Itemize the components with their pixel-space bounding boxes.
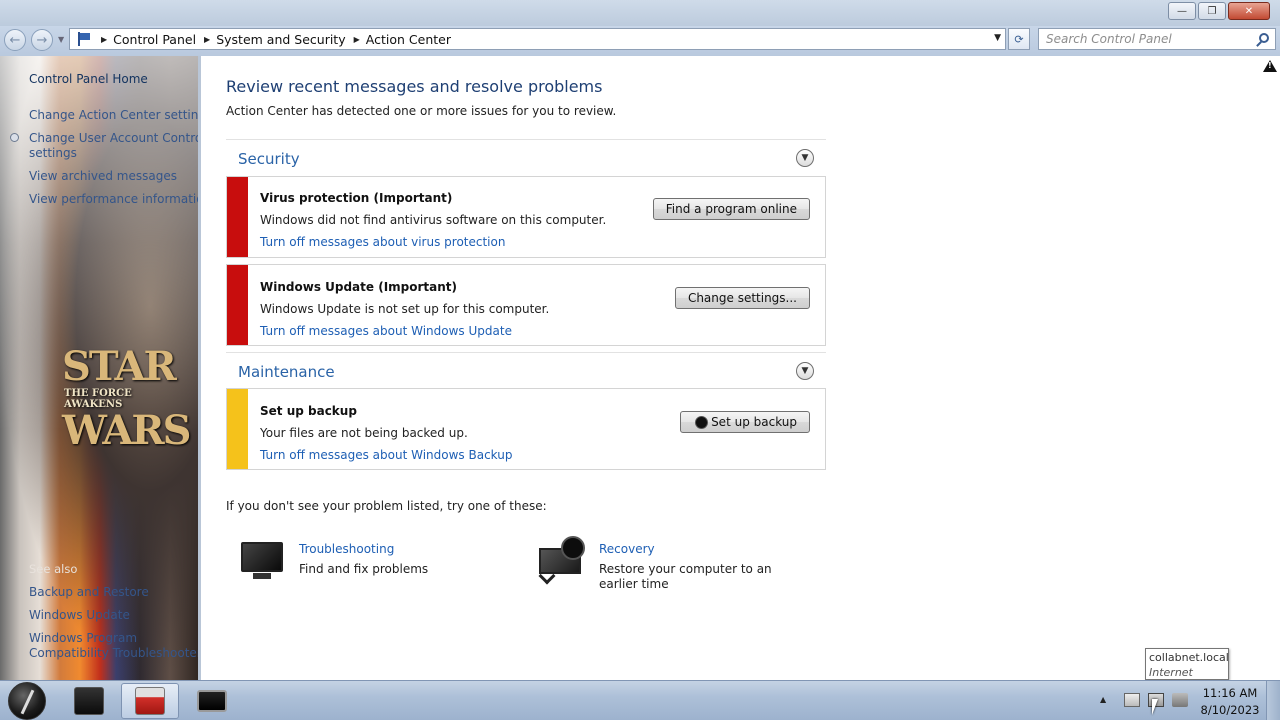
important-stripe — [227, 177, 248, 257]
see-also-compat-troubleshooter[interactable]: Compatibility Troubleshooter — [29, 646, 202, 660]
breadcrumb-control-panel[interactable]: Control Panel — [113, 32, 196, 47]
window-controls: — ❐ ✕ — [1168, 2, 1270, 20]
troubleshooting-link[interactable]: Troubleshooting — [299, 542, 394, 556]
sidebar-change-uac-settings[interactable]: Change User Account Control — [29, 131, 206, 145]
uac-shield-icon — [10, 133, 19, 142]
breadcrumb-chevron-icon[interactable]: ▶ — [101, 35, 107, 44]
page-title: Review recent messages and resolve probl… — [226, 77, 603, 96]
recovery-clock-icon[interactable] — [538, 536, 587, 585]
breadcrumb-system-and-security[interactable]: System and Security — [216, 32, 345, 47]
security-section-header[interactable]: Security ▼ — [226, 139, 826, 175]
message-description: Your files are not being backed up. — [260, 426, 468, 440]
message-title: Windows Update (Important) — [260, 280, 458, 294]
sidebar-view-performance-information[interactable]: View performance information — [29, 192, 211, 206]
left-navigation-panel: STAR THE FORCE AWAKENS WARS Control Pane… — [0, 56, 212, 680]
recovery-tool[interactable]: Recovery Restore your computer to an ear… — [538, 536, 809, 592]
see-also-heading: See also — [29, 562, 78, 576]
show-desktop-button[interactable] — [1266, 681, 1280, 720]
windows-update-message: Windows Update (Important) Windows Updat… — [226, 264, 826, 346]
search-icon[interactable] — [1259, 33, 1269, 43]
toolbox-icon — [135, 687, 165, 715]
maintenance-section-label[interactable]: Maintenance — [238, 363, 335, 381]
clock-time[interactable]: 11:16 AM — [1198, 686, 1262, 700]
backup-message: Set up backup Your files are not being b… — [226, 388, 826, 470]
search-input[interactable]: Search Control Panel — [1038, 28, 1276, 50]
volume-muted-tray-icon[interactable] — [1172, 693, 1188, 707]
tooltip-network-name: collabnet.local — [1149, 651, 1229, 664]
terminal-icon — [197, 690, 227, 712]
close-button[interactable]: ✕ — [1228, 2, 1270, 20]
turn-off-update-messages-link[interactable]: Turn off messages about Windows Update — [260, 324, 512, 338]
warning-icon — [1263, 60, 1277, 72]
taskbar-app-terminal[interactable] — [183, 683, 241, 719]
address-dropdown-icon[interactable]: ▼ — [994, 33, 1001, 43]
message-description: Windows did not find antivirus software … — [260, 213, 607, 227]
collapse-chevron-icon[interactable]: ▼ — [796, 149, 814, 167]
maximize-button[interactable]: ❐ — [1198, 2, 1226, 20]
forward-button[interactable]: → — [31, 29, 53, 51]
taskbar-app-control-panel[interactable] — [121, 683, 179, 719]
turn-off-backup-messages-link[interactable]: Turn off messages about Windows Backup — [260, 448, 512, 462]
refresh-button[interactable]: ⟳ — [1008, 28, 1030, 50]
start-button[interactable] — [8, 682, 46, 720]
message-description: Windows Update is not set up for this co… — [260, 302, 550, 316]
turn-off-virus-messages-link[interactable]: Turn off messages about virus protection — [260, 235, 505, 249]
title-bar: — ❐ ✕ — [0, 0, 1280, 26]
page-subtitle: Action Center has detected one or more i… — [226, 104, 617, 118]
sidebar-view-archived-messages[interactable]: View archived messages — [29, 169, 177, 183]
troubleshooting-tool[interactable]: Troubleshooting Find and fix problems — [239, 542, 499, 592]
briefcase-icon — [74, 687, 104, 715]
security-section-label[interactable]: Security — [238, 150, 300, 168]
network-tooltip: collabnet.local Internet access — [1145, 648, 1229, 694]
taskbar — [0, 680, 1280, 720]
set-up-backup-label: Set up backup — [711, 415, 797, 429]
see-also-windows-program[interactable]: Windows Program — [29, 631, 137, 645]
change-settings-button[interactable]: Change settings... — [674, 287, 810, 309]
recovery-description: Restore your computer to an earlier time — [599, 562, 772, 591]
minimize-button[interactable]: — — [1168, 2, 1196, 20]
show-hidden-icons-button[interactable]: ▲ — [1100, 695, 1106, 704]
star-wars-logo: STAR THE FORCE AWAKENS WARS — [62, 343, 192, 454]
see-also-backup-and-restore[interactable]: Backup and Restore — [29, 585, 149, 599]
breadcrumb-chevron-icon[interactable]: ▶ — [354, 35, 360, 44]
action-center-tray-icon[interactable] — [1124, 693, 1140, 707]
mouse-cursor-icon — [1152, 699, 1164, 715]
sidebar-change-action-center-settings[interactable]: Change Action Center settings — [29, 108, 212, 122]
maintenance-section-header[interactable]: Maintenance ▼ — [226, 352, 826, 388]
message-title: Set up backup — [260, 404, 357, 418]
main-content: Review recent messages and resolve probl… — [201, 56, 1280, 680]
message-title: Virus protection (Important) — [260, 191, 453, 205]
clock-date[interactable]: 8/10/2023 — [1198, 703, 1262, 717]
action-center-flag-icon — [75, 31, 93, 47]
sidebar-control-panel-home[interactable]: Control Panel Home — [29, 72, 148, 86]
breadcrumb-action-center[interactable]: Action Center — [366, 32, 451, 47]
recent-pages-dropdown-icon[interactable]: ▼ — [58, 35, 64, 44]
find-program-online-button[interactable]: Find a program online — [652, 198, 810, 220]
taskbar-app-briefcase[interactable] — [60, 683, 118, 719]
sidebar-change-uac-settings-cont[interactable]: settings — [29, 146, 77, 160]
address-bar[interactable]: ▶ Control Panel ▶ System and Security ▶ … — [69, 28, 1006, 50]
troubleshooting-description: Find and fix problems — [299, 562, 429, 576]
collapse-chevron-icon[interactable]: ▼ — [796, 362, 814, 380]
troubleshooting-monitor-icon[interactable] — [239, 542, 285, 580]
breadcrumb-chevron-icon[interactable]: ▶ — [204, 35, 210, 44]
search-placeholder: Search Control Panel — [1046, 32, 1172, 46]
see-also-windows-update[interactable]: Windows Update — [29, 608, 130, 622]
recovery-link[interactable]: Recovery — [599, 542, 655, 556]
set-up-backup-button[interactable]: Set up backup — [680, 411, 810, 433]
virus-protection-message: Virus protection (Important) Windows did… — [226, 176, 826, 258]
back-button[interactable]: ← — [4, 29, 26, 51]
backup-icon — [695, 415, 709, 429]
try-these-text: If you don't see your problem listed, tr… — [226, 499, 547, 513]
warning-stripe — [227, 389, 248, 469]
important-stripe — [227, 265, 248, 345]
